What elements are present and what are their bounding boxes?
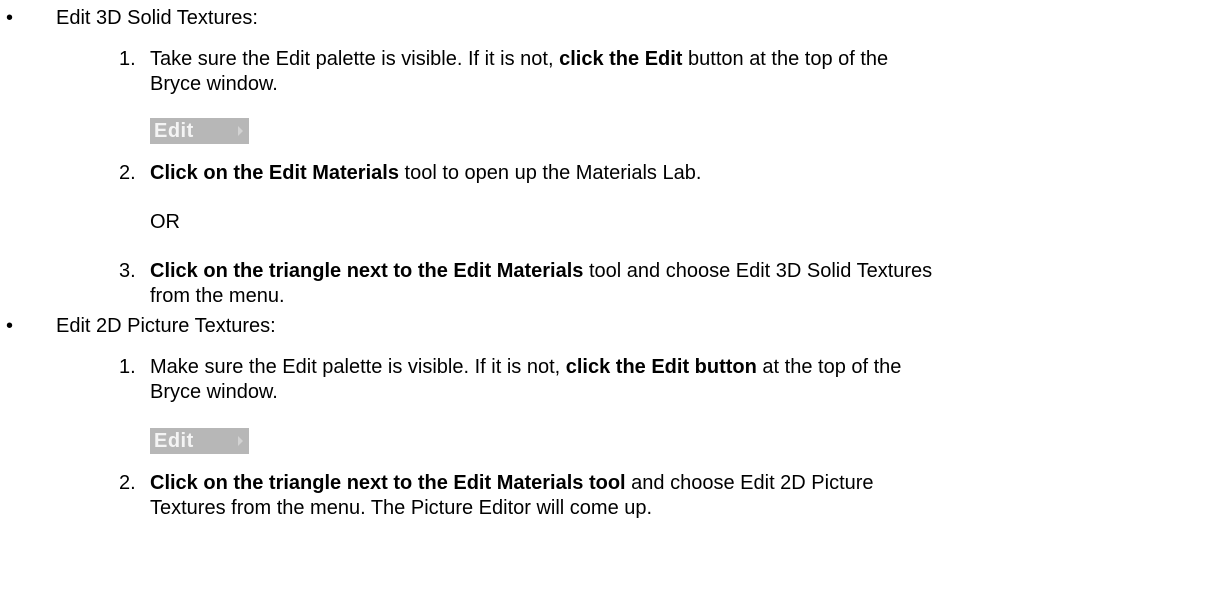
or-text: OR [150,211,180,233]
step-number: 1. [119,48,136,70]
section-heading-3d: Edit 3D Solid Textures: [56,7,258,29]
section-heading-2d: Edit 2D Picture Textures: [56,315,276,337]
edit-button-image: Edit [150,118,249,144]
edit-button-label: Edit [154,430,194,452]
triangle-icon [238,126,243,136]
bold-instruction: Click on the triangle next to the Edit M… [150,260,584,282]
step-3d-2: Click on the Edit Materials tool to open… [150,162,702,184]
bold-instruction: Click on the triangle next to the Edit M… [150,472,626,494]
bold-instruction: Click on the Edit Materials [150,162,399,184]
step-2d-2: Click on the triangle next to the Edit M… [150,472,874,519]
step-number: 1. [119,356,136,378]
bold-instruction: click the Edit button [565,356,757,378]
step-number: 3. [119,260,136,282]
triangle-icon [238,436,243,446]
edit-button-label: Edit [154,120,194,142]
step-number: 2. [119,162,136,184]
step-3d-1: Take sure the Edit palette is visible. I… [150,48,889,95]
bullet-icon: • [6,7,14,29]
bold-instruction: click the Edit [559,48,683,70]
step-number: 2. [119,472,136,494]
bullet-icon: • [6,315,14,337]
step-2d-1: Make sure the Edit palette is visible. I… [150,356,902,403]
edit-button-image: Edit [150,428,249,454]
step-3d-3: Click on the triangle next to the Edit M… [150,260,933,307]
